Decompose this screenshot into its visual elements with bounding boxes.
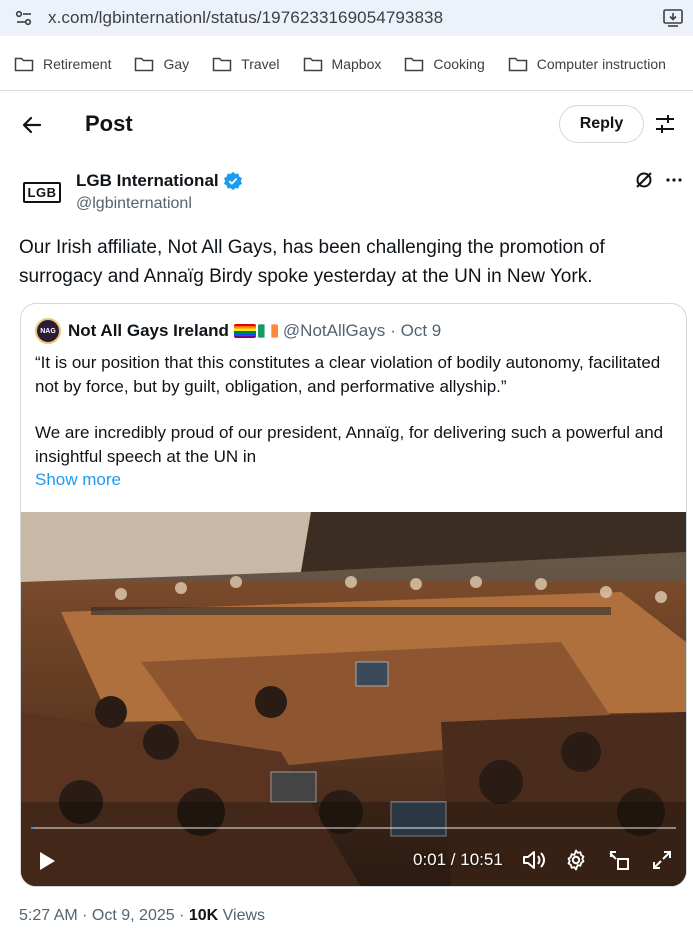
quoted-post[interactable]: NAG Not All Gays Ireland @NotAllGays · O… <box>20 303 687 887</box>
views-label: Views <box>218 907 266 924</box>
author-name-row[interactable]: LGB International <box>76 171 243 191</box>
back-arrow-icon[interactable] <box>20 113 44 137</box>
ireland-flag-icon <box>257 324 278 338</box>
quoted-author-name: Not All Gays Ireland <box>68 321 229 340</box>
reply-button[interactable]: Reply <box>559 105 644 143</box>
settings-gear-icon[interactable] <box>564 848 588 872</box>
bookmark-travel[interactable]: Travel <box>212 56 280 72</box>
bookmark-label: Mapbox <box>331 56 382 72</box>
folder-icon <box>212 57 232 72</box>
quoted-post-text: “It is our position that this constitute… <box>35 351 679 491</box>
bookmark-label: Retirement <box>43 56 112 72</box>
avatar-logo-text: LGB <box>22 181 62 203</box>
bookmark-gay[interactable]: Gay <box>134 56 189 72</box>
post-text: Our Irish affiliate, Not All Gays, has b… <box>19 237 605 287</box>
verified-badge-icon <box>223 171 242 191</box>
video-progress-bar[interactable] <box>31 827 676 829</box>
bookmark-label: Gay <box>163 56 190 72</box>
quoted-avatar-text: NAG <box>40 327 56 335</box>
folder-icon <box>14 57 34 72</box>
install-app-icon[interactable] <box>653 8 693 28</box>
quoted-author-handle: @NotAllGays <box>282 321 386 340</box>
video-frame <box>21 512 686 886</box>
page-title: Post <box>85 111 133 136</box>
views-count: 10K <box>188 907 219 924</box>
play-icon[interactable] <box>37 850 57 872</box>
post-header: Post Reply <box>0 103 693 145</box>
bookmark-retirement[interactable]: Retirement <box>14 56 111 72</box>
browser-address-bar: x.com/lgbinternationl/status/19762331690… <box>0 0 693 36</box>
quoted-post-date: · Oct 9 <box>390 321 442 340</box>
rainbow-flag-icon <box>233 324 256 338</box>
author-name: LGB International <box>76 171 219 190</box>
show-more-link[interactable]: Show more <box>35 470 121 490</box>
folder-icon <box>508 57 527 72</box>
url-field[interactable]: x.com/lgbinternationl/status/19762331690… <box>48 8 653 28</box>
sliders-icon[interactable] <box>654 113 676 140</box>
author-avatar[interactable]: LGB <box>20 172 64 212</box>
toolbar-divider <box>0 90 693 91</box>
fullscreen-icon[interactable] <box>650 848 674 872</box>
site-info-icon[interactable] <box>0 8 48 28</box>
bookmarks-bar: Retirement Gay Travel Mapbox Cooking Com… <box>0 44 693 84</box>
folder-icon <box>135 57 154 72</box>
quoted-paragraph: “It is our position that this constitute… <box>35 353 661 396</box>
bookmark-label: Cooking <box>433 56 485 72</box>
video-player[interactable]: 0:01 / 10:51 <box>21 512 686 886</box>
post-timestamp[interactable]: 5:27 AM · Oct 9, 2025 · <box>19 907 189 924</box>
video-progress-fill <box>31 827 34 829</box>
grok-icon[interactable] <box>634 170 654 195</box>
bookmark-cooking[interactable]: Cooking <box>404 56 485 72</box>
more-options-icon[interactable] <box>664 170 684 195</box>
bookmark-mapbox[interactable]: Mapbox <box>303 56 382 72</box>
quoted-paragraph: We are incredibly proud of our president… <box>35 423 664 466</box>
post-metadata: 5:27 AM · Oct 9, 2025 · 10K Views <box>19 907 265 925</box>
volume-icon[interactable] <box>521 848 547 872</box>
video-time: 0:01 / 10:51 <box>413 850 503 869</box>
bookmark-label: Computer instruction <box>536 56 666 72</box>
bookmark-label: Travel <box>241 56 280 72</box>
picture-in-picture-icon[interactable] <box>607 848 631 872</box>
quoted-post-header: NAG Not All Gays Ireland @NotAllGays · O… <box>35 318 441 344</box>
author-handle[interactable]: @lgbinternationl <box>76 195 192 213</box>
folder-icon <box>303 57 322 72</box>
bookmark-computer-instruction[interactable]: Computer instruction <box>508 56 666 72</box>
folder-icon <box>405 57 424 72</box>
quoted-author-avatar: NAG <box>35 318 61 344</box>
